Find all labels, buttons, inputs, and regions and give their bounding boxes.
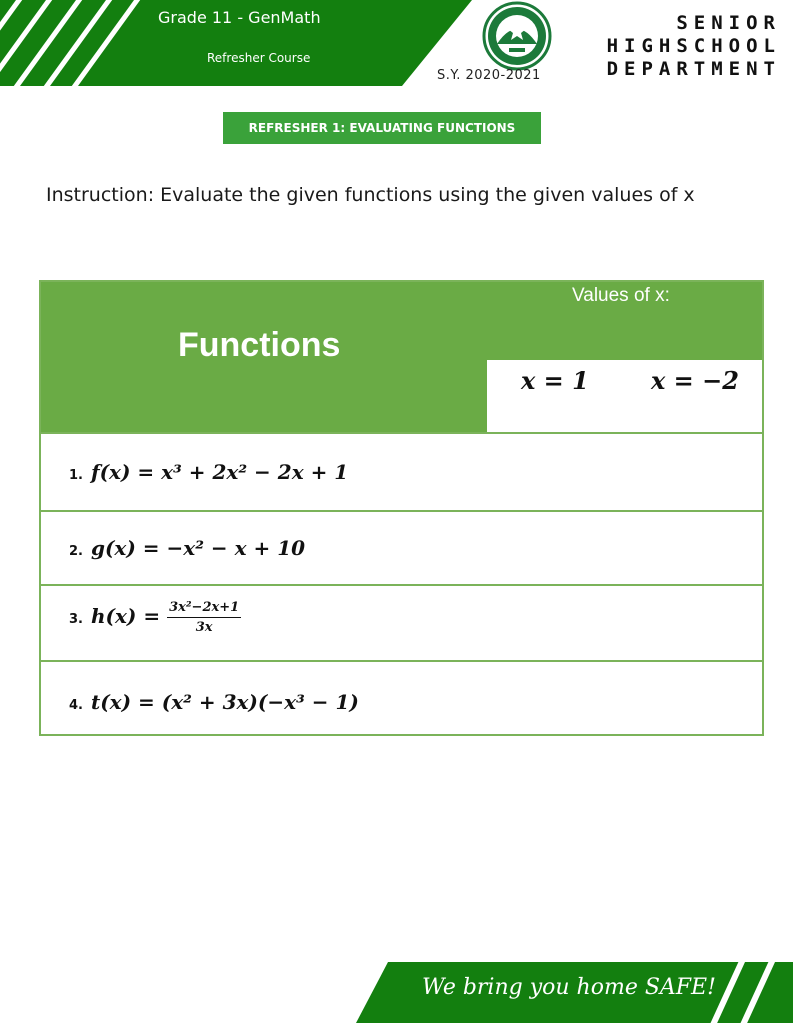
denominator: 3x <box>195 620 213 635</box>
function-expression: −x² − x + 10 <box>166 536 306 560</box>
function-t: 4. t(x) = (x² + 3x)(−x³ − 1) <box>69 690 359 714</box>
functions-table: Functions Values of x: x = 1 x = −2 1. f(… <box>39 280 764 736</box>
function-g: 2. g(x) = −x² − x + 10 <box>69 536 306 560</box>
x-value-2: x = −2 <box>651 366 739 395</box>
values-column-header: Values of x: <box>572 285 670 306</box>
school-year: S.Y. 2020-2021 <box>437 68 541 83</box>
row-number: 2. <box>69 544 83 559</box>
worksheet-title-badge: REFRESHER 1: EVALUATING FUNCTIONS <box>223 112 541 144</box>
functions-column-header: Functions <box>178 326 341 364</box>
function-h: 3. h(x) = 3x²−2x+1 3x <box>69 600 242 635</box>
function-name: f(x) <box>90 460 131 484</box>
course-subtitle: Refresher Course <box>207 51 311 65</box>
instruction-text: Instruction: Evaluate the given function… <box>46 184 695 206</box>
course-title: Grade 11 - GenMath <box>158 8 321 27</box>
row-number: 3. <box>69 612 83 627</box>
row-number: 1. <box>69 468 83 483</box>
x-values-header: x = 1 x = −2 <box>487 360 762 432</box>
table-row: 4. t(x) = (x² + 3x)(−x³ − 1) <box>41 660 762 734</box>
function-name: h(x) <box>90 604 137 628</box>
department-line: HIGHSCHOOL <box>606 35 781 57</box>
function-f: 1. f(x) = x³ + 2x² − 2x + 1 <box>69 460 349 484</box>
function-expression: x³ + 2x² − 2x + 1 <box>161 460 349 484</box>
numerator: 3x²−2x+1 <box>167 600 242 618</box>
department-name: SENIOR HIGHSCHOOL DEPARTMENT <box>607 12 781 81</box>
school-seal-icon <box>482 1 552 71</box>
table-row: 2. g(x) = −x² − x + 10 <box>41 510 762 584</box>
row-number: 4. <box>69 698 83 713</box>
department-line: DEPARTMENT <box>606 58 781 80</box>
footer-tagline: We bring you home SAFE! <box>422 975 716 1000</box>
department-line: SENIOR <box>676 12 781 34</box>
table-header: Functions Values of x: x = 1 x = −2 <box>41 282 762 432</box>
fraction: 3x²−2x+1 3x <box>167 600 242 635</box>
function-expression: (x² + 3x)(−x³ − 1) <box>161 690 359 714</box>
table-row: 1. f(x) = x³ + 2x² − 2x + 1 <box>41 432 762 510</box>
function-name: g(x) <box>90 536 136 560</box>
x-value-1: x = 1 <box>521 366 589 395</box>
function-name: t(x) <box>90 690 132 714</box>
table-row: 3. h(x) = 3x²−2x+1 3x <box>41 584 762 660</box>
